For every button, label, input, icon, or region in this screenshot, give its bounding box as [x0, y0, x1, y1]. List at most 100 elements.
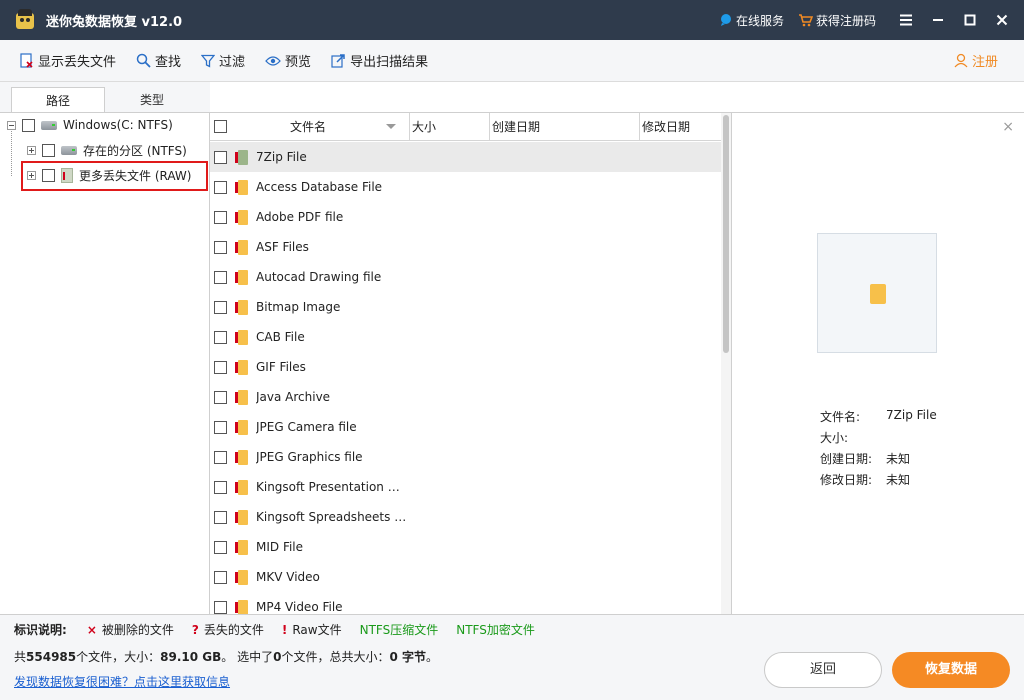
help-link[interactable]: 发现数据恢复很困难？点击这里获取信息 — [14, 673, 230, 690]
column-created[interactable]: 创建日期 — [490, 113, 640, 141]
recover-button[interactable]: 恢复数据 — [892, 652, 1010, 688]
tree-item-existing-partition[interactable]: 存在的分区 (NTFS) — [27, 140, 187, 160]
file-row[interactable]: CAB File — [210, 322, 722, 352]
minimize-button[interactable] — [922, 0, 954, 40]
raw-file-icon — [235, 269, 248, 285]
column-size[interactable]: 大小 — [410, 113, 490, 141]
total-file-count: 554985 — [26, 650, 77, 664]
file-row-checkbox[interactable] — [214, 210, 227, 224]
file-row-checkbox[interactable] — [214, 570, 227, 584]
collapse-icon[interactable] — [7, 120, 16, 130]
export-scan-label: 导出扫描结果 — [350, 55, 429, 70]
column-name[interactable]: 文件名 — [210, 113, 410, 141]
app-logo-icon — [14, 9, 36, 31]
file-row-checkbox[interactable] — [214, 180, 227, 194]
column-modified[interactable]: 修改日期 — [640, 113, 722, 141]
legend-ntfs-compressed: NTFS压缩文件 — [359, 623, 439, 637]
summary-text: 共 — [14, 650, 27, 664]
export-icon — [331, 54, 345, 68]
raw-file-icon — [235, 509, 248, 525]
title-bar: 迷你兔数据恢复 v12.0 在线服务 获得注册码 — [0, 0, 1024, 40]
tree-checkbox-windows[interactable] — [22, 118, 35, 132]
view-tabs: 路径 类型 — [0, 82, 210, 113]
file-row-checkbox[interactable] — [214, 240, 227, 254]
vertical-scrollbar[interactable] — [721, 113, 731, 614]
eye-icon — [265, 55, 281, 66]
file-row[interactable]: MID File — [210, 532, 722, 562]
tab-type[interactable]: 类型 — [105, 87, 199, 113]
tab-path[interactable]: 路径 — [11, 87, 105, 113]
close-preview-icon[interactable]: × — [1002, 119, 1014, 135]
file-row[interactable]: MP4 Video File — [210, 592, 722, 614]
tree-item-windows[interactable]: Windows(C: NTFS) — [7, 115, 173, 135]
file-row-name: MKV Video — [256, 570, 320, 584]
file-row[interactable]: Autocad Drawing file — [210, 262, 722, 292]
summary-text: 个文件，总共大小： — [281, 650, 390, 664]
file-row-name: JPEG Camera file — [256, 420, 357, 434]
file-row-checkbox[interactable] — [214, 540, 227, 554]
file-row-checkbox[interactable] — [214, 510, 227, 524]
file-row-name: ASF Files — [256, 240, 309, 254]
filter-icon — [201, 54, 216, 68]
file-row[interactable]: JPEG Graphics file — [210, 442, 722, 472]
file-row[interactable]: Access Database File — [210, 172, 722, 202]
maximize-icon — [964, 14, 976, 26]
get-code-link[interactable]: 获得注册码 — [798, 12, 876, 29]
filter-button[interactable]: 过滤 — [201, 51, 245, 70]
file-row-name: CAB File — [256, 330, 305, 344]
back-button[interactable]: 返回 — [764, 652, 882, 688]
file-row-name: JPEG Graphics file — [256, 450, 363, 464]
show-lost-files-button[interactable]: 显示丢失文件 — [20, 51, 116, 70]
lost-mark-icon: ? — [191, 622, 199, 637]
file-row-name: Adobe PDF file — [256, 210, 344, 224]
search-icon — [136, 53, 151, 68]
file-row-checkbox[interactable] — [214, 600, 227, 614]
hamburger-icon — [900, 14, 912, 26]
scrollbar-thumb[interactable] — [723, 115, 729, 353]
file-row[interactable]: MKV Video — [210, 562, 722, 592]
tree-label-existing: 存在的分区 (NTFS) — [83, 143, 187, 158]
scan-summary: 共554985个文件，大小：89.10 GB。 选中了0个文件，总共大小：0 字… — [14, 648, 438, 665]
file-row[interactable]: Java Archive — [210, 382, 722, 412]
preview-name-value: 7Zip File — [886, 408, 937, 422]
chat-icon — [720, 14, 731, 26]
file-row-checkbox[interactable] — [214, 450, 227, 464]
close-button[interactable] — [986, 0, 1018, 40]
file-row[interactable]: 7Zip File — [210, 142, 722, 172]
file-list: 文件名 大小 创建日期 修改日期 7Zip File Access Databas… — [210, 112, 732, 614]
file-row-checkbox[interactable] — [214, 270, 227, 284]
file-row-checkbox[interactable] — [214, 420, 227, 434]
export-scan-button[interactable]: 导出扫描结果 — [331, 51, 428, 70]
online-service-link[interactable]: 在线服务 — [719, 12, 784, 29]
file-row-checkbox[interactable] — [214, 330, 227, 344]
file-row[interactable]: JPEG Camera file — [210, 412, 722, 442]
file-row[interactable]: Kingsoft Spreadsheets File — [210, 502, 722, 532]
file-row[interactable]: Bitmap Image — [210, 292, 722, 322]
drive-icon — [61, 145, 77, 155]
legend-ntfs-encrypted: NTFS加密文件 — [456, 623, 535, 637]
select-all-checkbox[interactable] — [214, 120, 227, 133]
expand-icon[interactable] — [27, 145, 36, 155]
raw-file-icon — [235, 419, 248, 435]
file-row-checkbox[interactable] — [214, 300, 227, 314]
find-button[interactable]: 查找 — [136, 51, 181, 70]
file-row-checkbox[interactable] — [214, 390, 227, 404]
file-row[interactable]: GIF Files — [210, 352, 722, 382]
tree-checkbox-existing[interactable] — [42, 143, 55, 157]
legend-lost-label: 丢失的文件 — [203, 623, 264, 637]
cart-icon — [798, 14, 813, 27]
legend-deleted-label: 被删除的文件 — [101, 623, 174, 637]
file-row[interactable]: Adobe PDF file — [210, 202, 722, 232]
toolbar: 显示丢失文件 查找 过滤 预览 导出扫描结果 注册 — [0, 40, 1024, 82]
file-row-checkbox[interactable] — [214, 360, 227, 374]
file-row-checkbox[interactable] — [214, 150, 227, 164]
file-row[interactable]: ASF Files — [210, 232, 722, 262]
maximize-button[interactable] — [954, 0, 986, 40]
menu-button[interactable] — [890, 0, 922, 40]
find-label: 查找 — [155, 55, 182, 70]
file-row[interactable]: Kingsoft Presentation Do… — [210, 472, 722, 502]
preview-name-row: 文件名: 7Zip File — [820, 408, 937, 425]
file-row-checkbox[interactable] — [214, 480, 227, 494]
preview-button[interactable]: 预览 — [265, 51, 311, 70]
register-button[interactable]: 注册 — [954, 51, 998, 70]
